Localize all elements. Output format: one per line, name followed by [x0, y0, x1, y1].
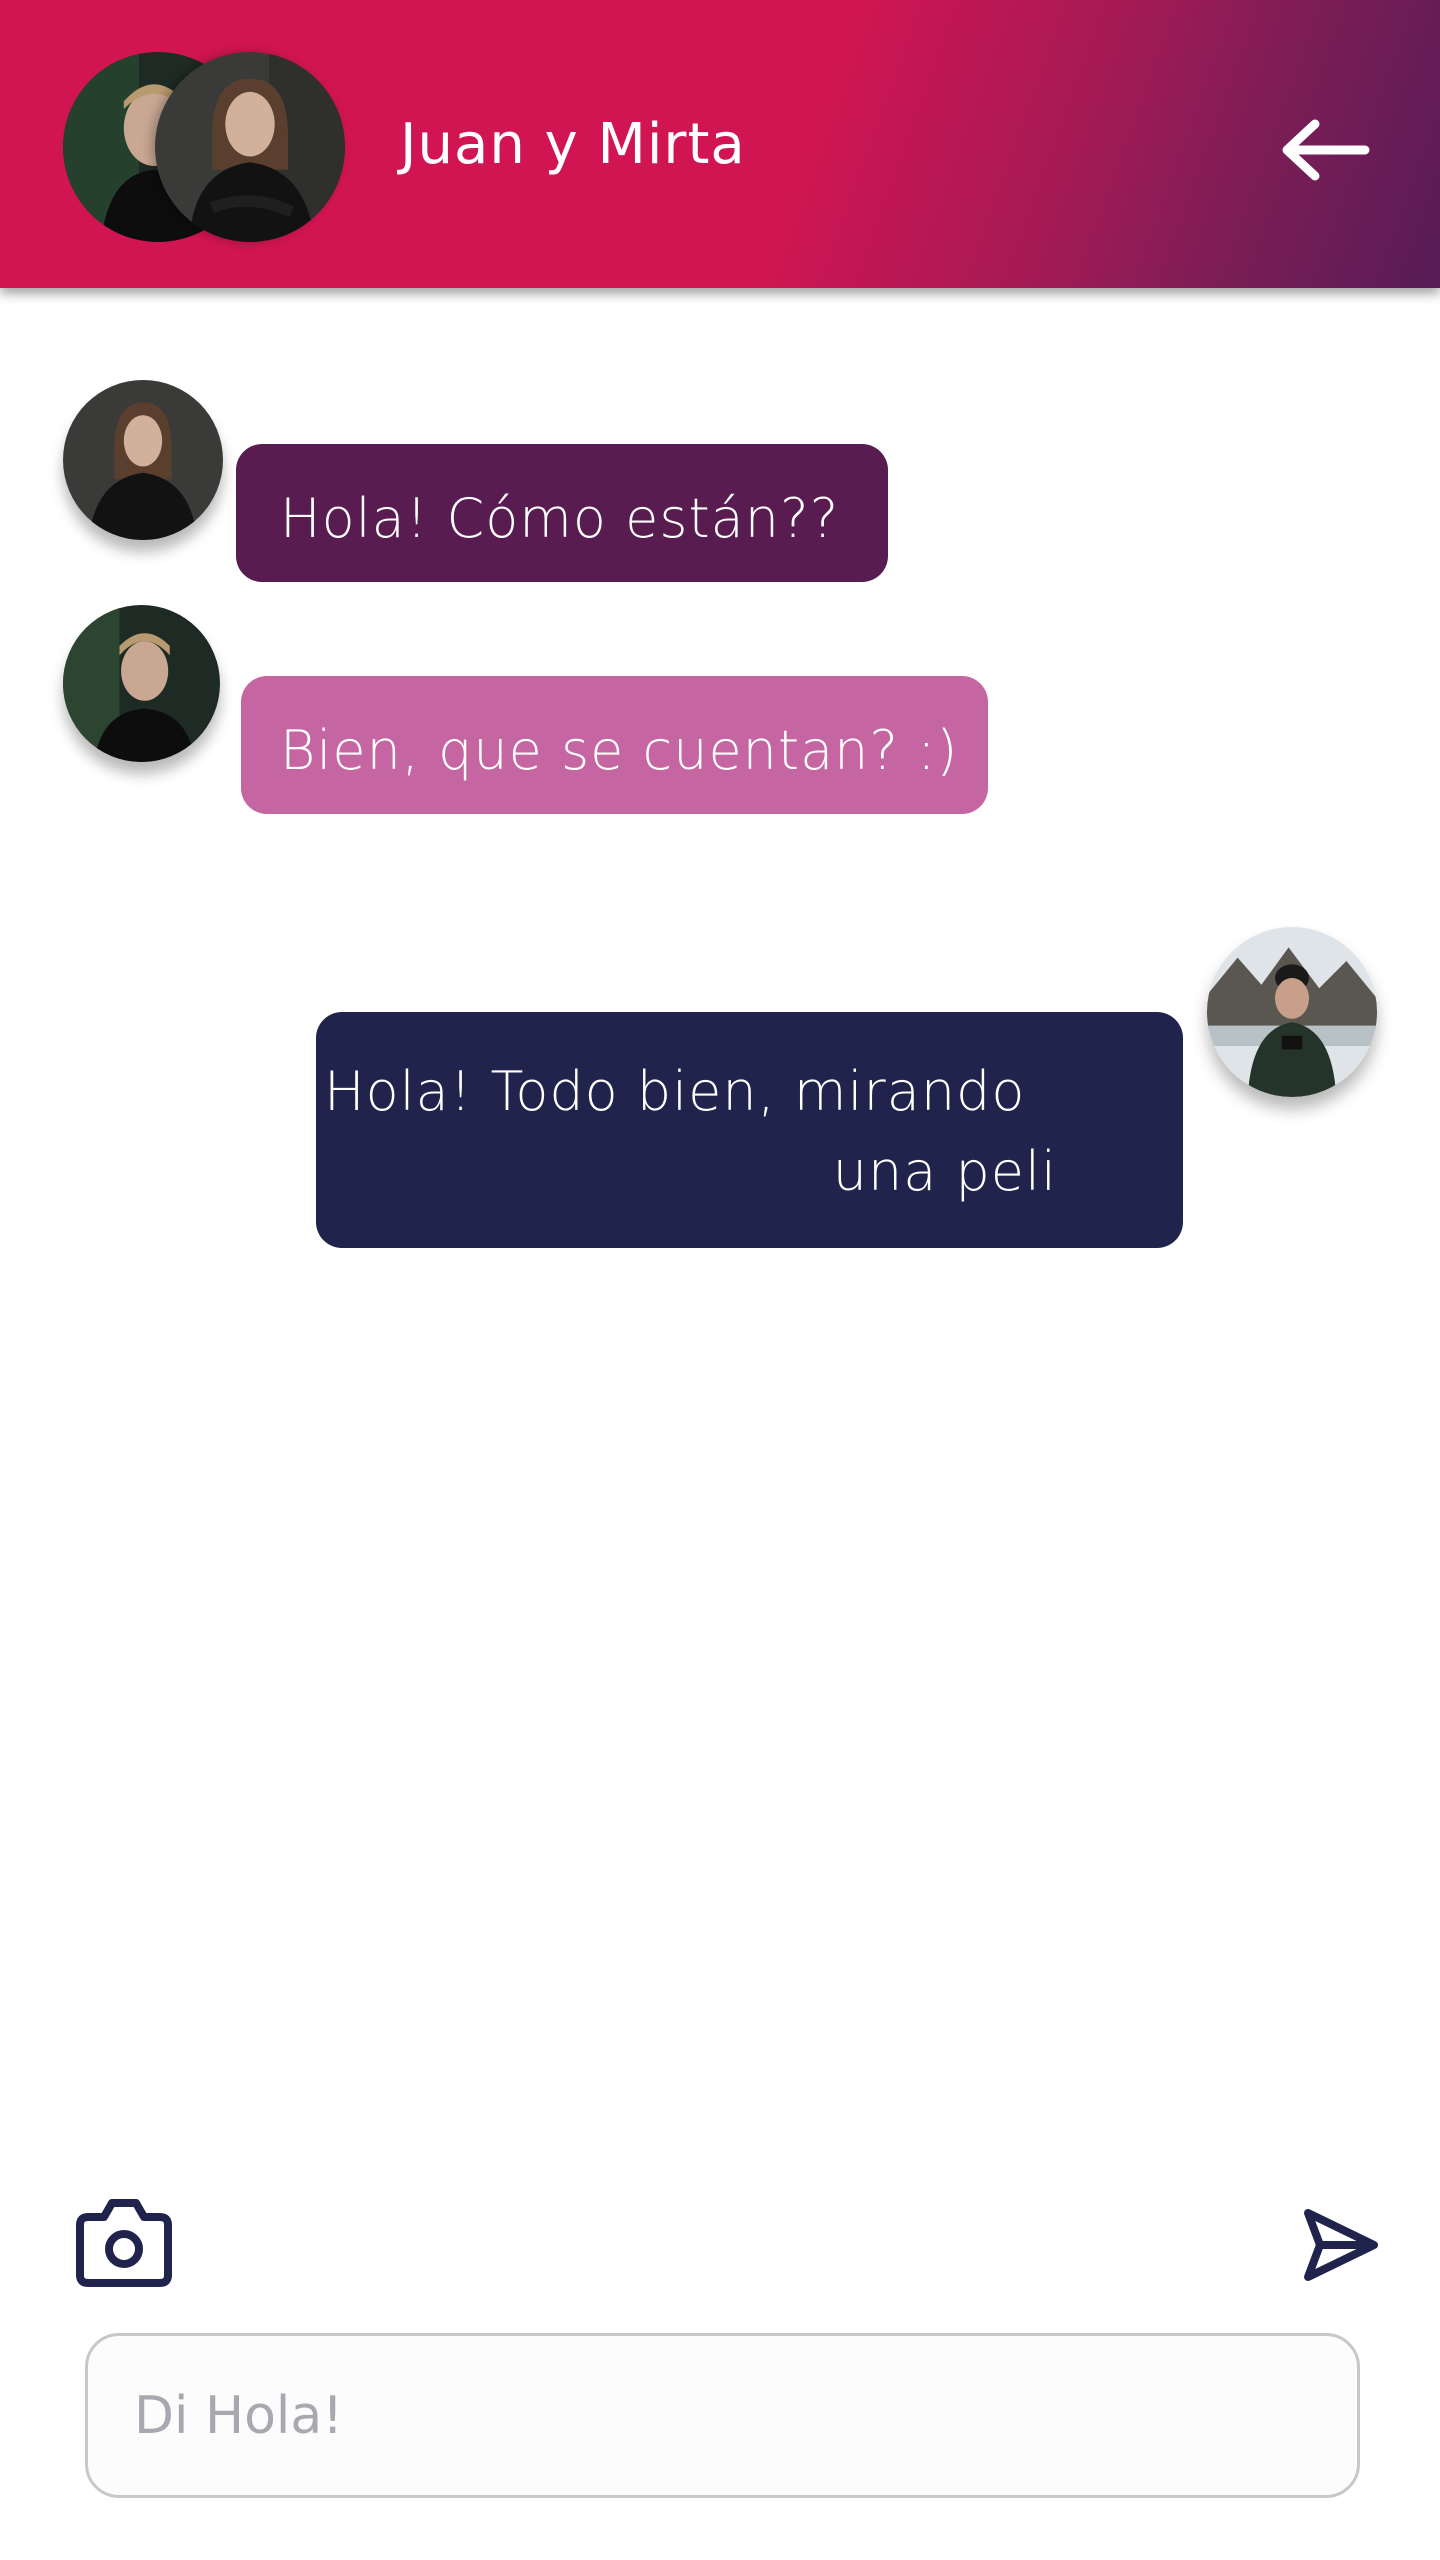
- message-text: Bien, que se cuentan? :): [280, 719, 959, 782]
- send-button[interactable]: [1300, 2205, 1380, 2285]
- message-text: Hola! Cómo están??: [280, 487, 840, 550]
- message-text-line: Hola! Todo bien, mirando: [324, 1060, 1026, 1123]
- message-bubble-received: Bien, que se cuentan? :): [241, 676, 988, 814]
- back-button[interactable]: [1275, 110, 1375, 190]
- chat-title: Juan y Mirta: [400, 112, 746, 177]
- camera-icon: [76, 2199, 172, 2287]
- send-icon: [1304, 2209, 1378, 2281]
- message-avatar-juan: [63, 605, 220, 762]
- avatar-mirta: [155, 52, 345, 242]
- camera-button[interactable]: [70, 2195, 178, 2290]
- message-avatar-me: [1207, 927, 1377, 1097]
- message-text-line: una peli: [832, 1140, 1057, 1203]
- chat-screen: Juan y Mirta Hola! Cómo están?? Bien, qu…: [0, 0, 1440, 2560]
- chat-header: Juan y Mirta: [0, 0, 1440, 288]
- arrow-left-icon: [1282, 119, 1370, 181]
- message-bubble-sent: Hola! Todo bien, mirando una peli: [316, 1012, 1183, 1248]
- message-bubble-received: Hola! Cómo están??: [236, 444, 888, 582]
- message-input[interactable]: [85, 2333, 1360, 2498]
- message-avatar-mirta: [63, 380, 223, 540]
